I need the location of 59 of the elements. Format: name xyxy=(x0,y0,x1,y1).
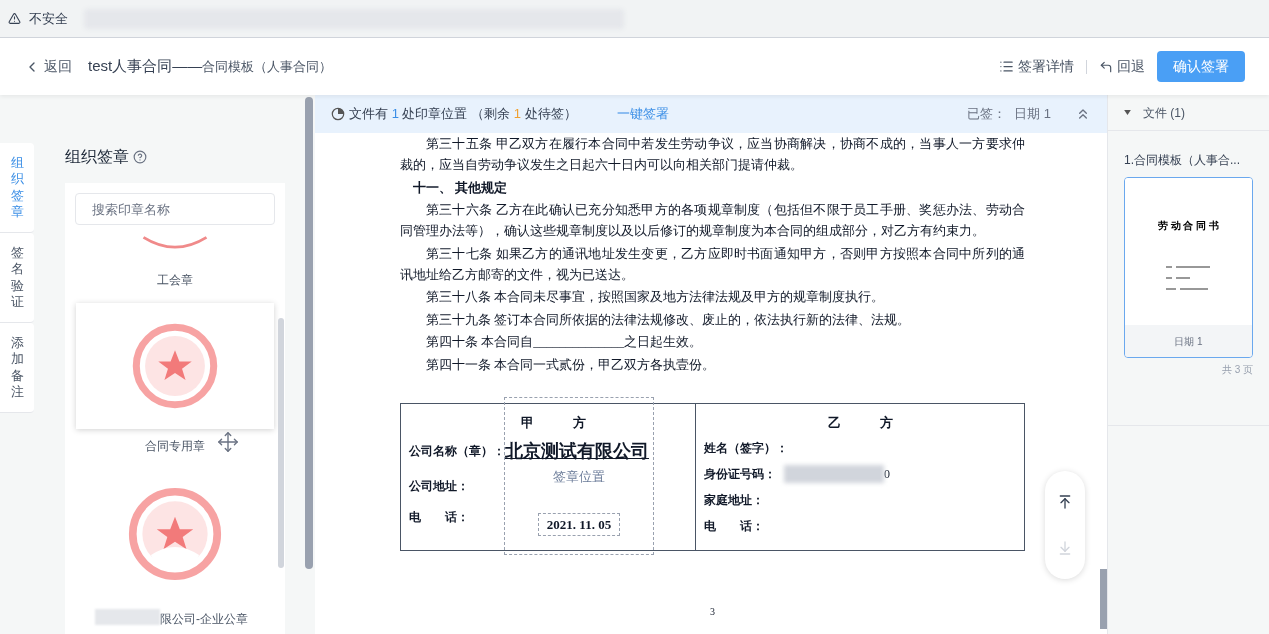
back-button[interactable]: 返回 xyxy=(24,56,72,77)
help-icon xyxy=(133,150,147,164)
clause-text: 第三十六条 乙方在此确认已充分知悉甲方的各项规章制度（包括但不限于员工手册、奖惩办法、劳动合同管理办法等），确认这些规章制度以及以后修订的规章制度为本合同的组成部分，对乙方有约束力。 xyxy=(400,201,1025,240)
search-field[interactable]: 搜索印章名称 xyxy=(75,193,275,225)
clause-text: 第三十七条 如果乙方的通讯地址发生变更，乙方应即时书面通知甲方，否则甲方按照本合同中所列的通讯地址给乙方邮寄的文件，视为已送达。 xyxy=(400,244,1025,284)
side-tab[interactable]: 签名验证 xyxy=(0,233,34,323)
field-label: 电 话： xyxy=(704,517,765,535)
contract-title: test人事合同—— xyxy=(88,56,203,77)
scroll-top-icon[interactable] xyxy=(1057,494,1073,510)
side-tab[interactable]: 组织签章 xyxy=(0,143,34,233)
banner-text: 文件有 1 处印章位置 （剩余 1 处待签） xyxy=(349,105,577,124)
pie-icon xyxy=(331,107,345,121)
file-thumbnail[interactable]: 劳 动 合 同 书 日期 1 xyxy=(1124,177,1253,358)
clause-text: 第四十条 本合同自______________之日起生效。 xyxy=(425,333,704,351)
panel-title: 组织签章 xyxy=(65,147,129,167)
clause-text: 第三十八条 本合同未尽事宜，按照国家及地方法律法规及甲方的规章制度执行。 xyxy=(425,288,886,306)
clause-text: 第三十五条 甲乙双方在履行本合同中若发生劳动争议，应当协商解决，协商不成的，当事人一方要求仲裁的，应当自劳动争议发生之日起六十日内可以向相关部门提请仲裁。 xyxy=(400,135,1025,174)
warning-icon xyxy=(8,12,21,25)
field-label: 电 话： xyxy=(409,508,469,526)
seal-drawing xyxy=(140,235,210,251)
side-tab[interactable]: 添加备注 xyxy=(0,323,34,413)
move-icon xyxy=(217,431,239,453)
scrollbar[interactable] xyxy=(1100,569,1107,629)
field-label: 公司名称（章）： xyxy=(409,442,505,460)
seal-name: 限公司-企业公章 xyxy=(160,611,248,628)
seal-name: 合同专用章 xyxy=(145,439,205,453)
caret-icon xyxy=(1124,110,1131,115)
seal-option[interactable]: 工会章 xyxy=(149,271,201,289)
party-heading: 甲 方 xyxy=(520,413,586,432)
undo-icon xyxy=(1099,59,1113,74)
scrollbar[interactable] xyxy=(278,318,284,568)
signed-item: 日期 1 xyxy=(1014,105,1051,124)
scrollbar[interactable] xyxy=(305,97,313,569)
seal-card[interactable] xyxy=(76,303,274,429)
details-button[interactable]: 签署详情 xyxy=(999,56,1074,77)
thumbnail-title: 劳 动 合 同 书 xyxy=(1157,219,1220,233)
date-stamp[interactable]: 2021. 11. 05 xyxy=(537,512,621,536)
field-label: 家庭地址： xyxy=(704,491,765,509)
redacted-text xyxy=(95,609,160,625)
party-heading: 乙 方 xyxy=(827,413,893,432)
template-name: 合同模板（人事合同） xyxy=(202,57,333,76)
stamp-area-label: 签章位置 xyxy=(553,467,605,486)
page-number: 3 xyxy=(709,604,716,619)
signed-label: 已签： xyxy=(967,105,1007,124)
field-label: 身份证号码： xyxy=(704,465,776,483)
page-count: 共 3 页 xyxy=(1221,363,1253,377)
clause-text: 第三十九条 签订本合同所依据的法律法规修改、废止的，依法执行新的法律、法规。 xyxy=(425,310,912,329)
rollback-button[interactable]: 回退 xyxy=(1099,56,1145,77)
file-name: 1.合同模板（人事合... xyxy=(1124,152,1241,169)
field-label: 姓名（签字）： xyxy=(704,439,789,457)
clause-text: 第四十一条 本合同一式贰份，甲乙双方各执壹份。 xyxy=(425,355,717,374)
security-label: 不安全 xyxy=(29,9,68,28)
files-toggle[interactable]: 文件 (1) xyxy=(1108,95,1269,131)
section-heading: 十一、 其他规定 xyxy=(412,178,509,197)
company-name: 北京测试有限公司 xyxy=(505,440,649,462)
scroll-bottom-icon[interactable] xyxy=(1057,540,1073,556)
field-label: 公司地址： xyxy=(409,477,469,495)
id-number-tail: 0 xyxy=(884,465,890,483)
list-icon xyxy=(999,59,1014,74)
